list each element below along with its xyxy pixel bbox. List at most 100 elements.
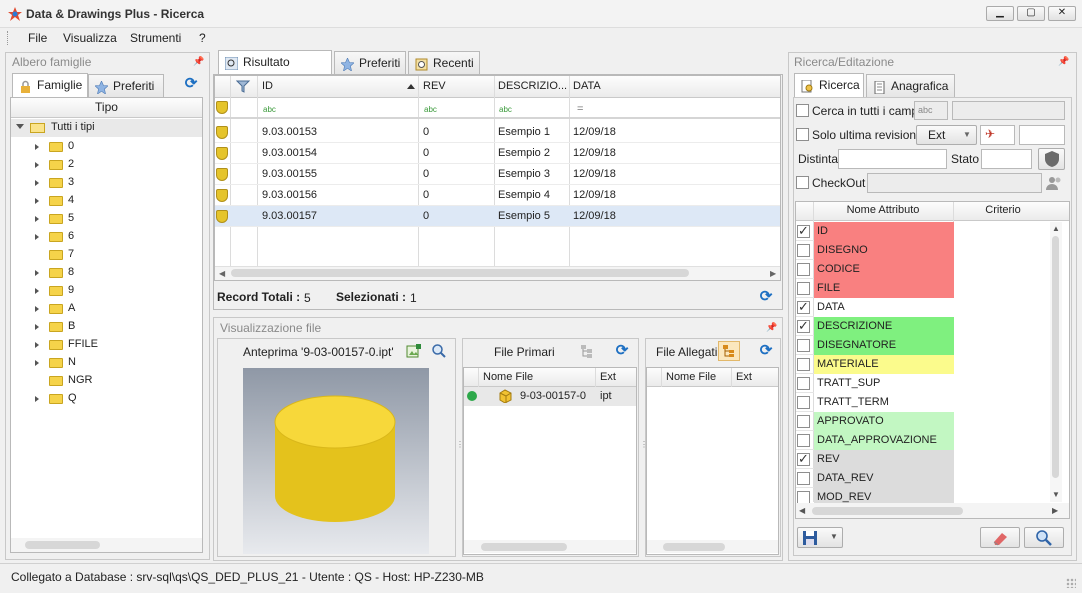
filter-descrizione-icon[interactable]: abc [499, 99, 512, 120]
cad-type-combo[interactable]: ✈ [980, 125, 1015, 145]
attribute-row[interactable]: REV [796, 450, 1050, 469]
scroll-left-icon[interactable]: ◀ [799, 506, 805, 515]
attribute-row[interactable]: DISEGNO [796, 241, 1050, 260]
scroll-down-icon[interactable]: ▼ [1052, 490, 1060, 499]
attached-hscroll-thumb[interactable] [663, 543, 725, 551]
attribute-checkbox[interactable] [797, 377, 810, 390]
menu-visualizza[interactable]: Visualizza [63, 31, 117, 45]
table-row[interactable]: 9.03.00155 0 Esempio 3 12/09/18 [215, 164, 780, 185]
attribute-checkbox[interactable] [797, 282, 810, 295]
attribute-row[interactable]: DATA [796, 298, 1050, 317]
col-header-descrizione[interactable]: DESCRIZIO... [498, 76, 567, 97]
expand-icon[interactable] [35, 324, 39, 330]
scroll-left-icon[interactable]: ◀ [219, 269, 225, 278]
attribute-checkbox[interactable] [797, 434, 810, 447]
filter-id-icon[interactable]: abc [263, 99, 276, 120]
tree-item[interactable]: NGR [11, 372, 202, 390]
tree-item[interactable]: 4 [11, 192, 202, 210]
attribute-criterio-cell[interactable] [954, 431, 1050, 450]
pin-icon[interactable]: 📌 [1058, 56, 1069, 67]
refresh-results-icon[interactable]: ⟳ [758, 289, 774, 305]
attached-col-nome[interactable]: Nome File [666, 367, 716, 388]
attribute-criterio-cell[interactable] [954, 355, 1050, 374]
tab-ricerca[interactable]: Ricerca [794, 73, 864, 98]
tree-item[interactable]: 6 [11, 228, 202, 246]
attribute-criterio-cell[interactable] [954, 412, 1050, 431]
expand-icon[interactable] [35, 342, 39, 348]
checkout-checkbox[interactable] [796, 176, 809, 189]
expand-icon[interactable] [35, 396, 39, 402]
attribute-criterio-cell[interactable] [954, 279, 1050, 298]
attribute-row[interactable]: APPROVATO [796, 412, 1050, 431]
attribute-row[interactable]: CODICE [796, 260, 1050, 279]
table-row[interactable]: 9.03.00153 0 Esempio 1 12/09/18 [215, 122, 780, 143]
tree-item[interactable]: 8 [11, 264, 202, 282]
tree-item[interactable]: 0 [11, 138, 202, 156]
attribute-criterio-cell[interactable] [954, 298, 1050, 317]
expand-icon[interactable] [35, 144, 39, 150]
attached-col-ext[interactable]: Ext [736, 367, 752, 388]
minimize-button[interactable]: ▁ [986, 6, 1014, 21]
scroll-right-icon[interactable]: ▶ [770, 269, 776, 278]
search-all-input[interactable] [952, 101, 1065, 120]
tree-item[interactable]: 2 [11, 156, 202, 174]
criterio-header[interactable]: Criterio [953, 204, 1053, 216]
expand-icon[interactable] [35, 234, 39, 240]
expand-icon[interactable] [35, 216, 39, 222]
close-button[interactable]: ✕ [1048, 6, 1076, 21]
attribute-checkbox[interactable] [797, 339, 810, 352]
table-row[interactable]: 9.03.00157 0 Esempio 5 12/09/18 [215, 206, 780, 227]
tree-item[interactable]: N [11, 354, 202, 372]
tree-item[interactable]: 5 [11, 210, 202, 228]
attribute-criterio-cell[interactable] [954, 241, 1050, 260]
users-icon[interactable] [1045, 175, 1063, 191]
stato-combo[interactable] [981, 149, 1032, 169]
extra-combo[interactable] [1019, 125, 1065, 145]
attribute-checkbox[interactable] [797, 396, 810, 409]
save-split-button[interactable]: ▼ [797, 527, 843, 548]
menu-help[interactable]: ? [199, 31, 206, 45]
attribute-checkbox[interactable] [797, 263, 810, 276]
attribute-criterio-cell[interactable] [954, 374, 1050, 393]
attribute-checkbox[interactable] [797, 415, 810, 428]
expand-icon[interactable] [35, 198, 39, 204]
refresh-attached-icon[interactable]: ⟳ [758, 343, 774, 359]
maximize-button[interactable]: ▢ [1017, 6, 1045, 21]
tree-hscroll-thumb[interactable] [25, 541, 100, 549]
attribute-criterio-cell[interactable] [954, 260, 1050, 279]
primary-hscroll-thumb[interactable] [481, 543, 567, 551]
attribute-row[interactable]: TRATT_SUP [796, 374, 1050, 393]
attribute-criterio-cell[interactable] [954, 450, 1050, 469]
tab-recenti[interactable]: Recenti [408, 51, 480, 75]
attribute-criterio-cell[interactable] [954, 336, 1050, 355]
tree-item[interactable]: 7 [11, 246, 202, 264]
filter-icon[interactable] [235, 80, 252, 94]
tab-famiglie[interactable]: Famiglie [12, 73, 88, 98]
expand-icon[interactable] [35, 288, 39, 294]
attribute-row[interactable]: FILE [796, 279, 1050, 298]
resize-grip[interactable] [1066, 578, 1076, 588]
checkout-user-combo[interactable] [867, 173, 1042, 193]
refresh-primary-icon[interactable]: ⟳ [614, 343, 630, 359]
attributes-vscroll-thumb[interactable] [1052, 236, 1059, 478]
scroll-right-icon[interactable]: ▶ [1052, 506, 1058, 515]
attribute-row[interactable]: TRATT_TERM [796, 393, 1050, 412]
solo-ultima-checkbox[interactable] [796, 128, 809, 141]
attribute-row[interactable]: DATA_APPROVAZIONE [796, 431, 1050, 450]
primary-col-nome[interactable]: Nome File [483, 367, 533, 388]
primary-col-ext[interactable]: Ext [600, 367, 616, 388]
expand-icon[interactable] [35, 180, 39, 186]
tree-item[interactable]: 9 [11, 282, 202, 300]
tree-item[interactable]: B [11, 318, 202, 336]
menu-strumenti[interactable]: Strumenti [130, 31, 181, 45]
attribute-row[interactable]: DATA_REV [796, 469, 1050, 488]
results-hscroll-thumb[interactable] [231, 269, 689, 277]
attribute-checkbox[interactable] [797, 223, 810, 239]
expand-icon[interactable] [35, 162, 39, 168]
attribute-checkbox[interactable] [797, 472, 810, 485]
distinta-combo[interactable] [838, 149, 947, 169]
search-button[interactable] [1024, 527, 1064, 548]
scroll-up-icon[interactable]: ▲ [1052, 224, 1060, 233]
tab-anagrafica[interactable]: Anagrafica [866, 74, 955, 98]
tree-item[interactable]: 3 [11, 174, 202, 192]
